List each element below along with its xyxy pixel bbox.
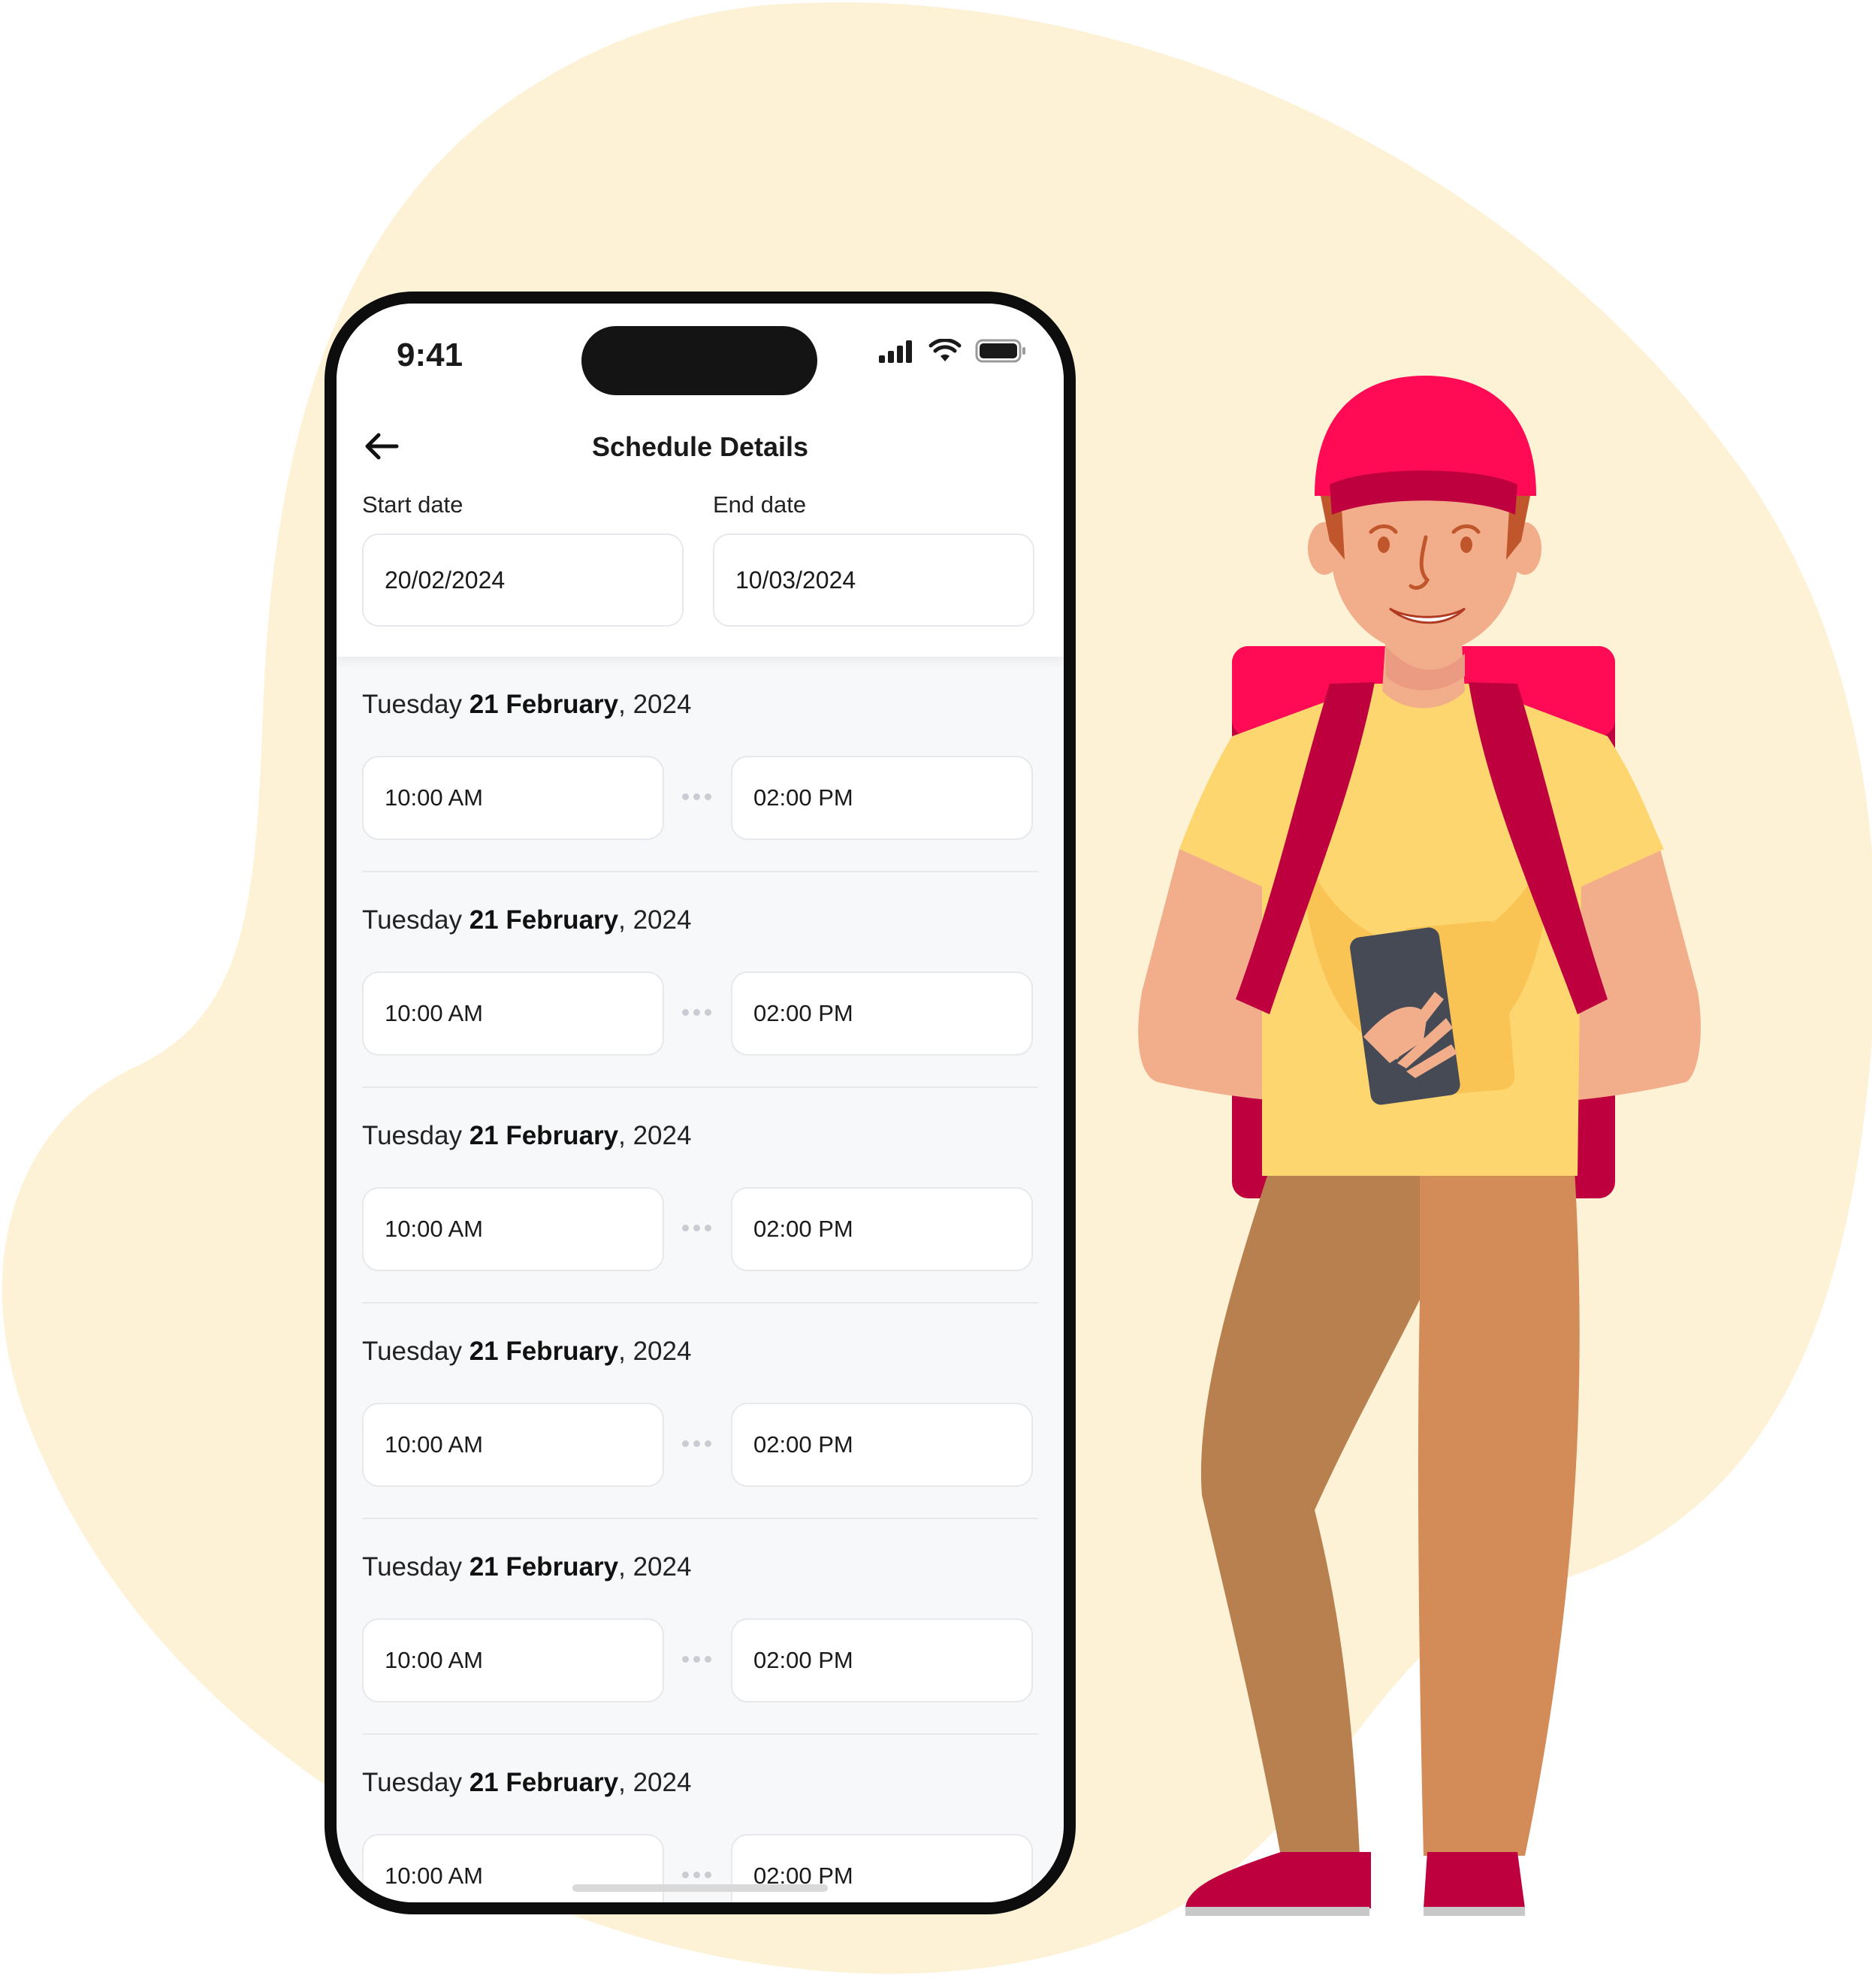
day-date: 21 February (469, 1121, 619, 1150)
battery-icon (975, 339, 1025, 363)
day-year: , 2024 (618, 1768, 692, 1797)
day-weekday: Tuesday (362, 1337, 462, 1366)
day-title: Tuesday 21 February, 2024 (362, 1768, 691, 1798)
start-time-field[interactable]: 10:00 AM (362, 1618, 664, 1702)
signal-icon (879, 340, 912, 363)
status-time: 9:41 (397, 337, 463, 373)
range-separator-icon (682, 793, 711, 800)
day-title: Tuesday 21 February, 2024 (362, 1121, 691, 1151)
delivery-person-illustration (1138, 376, 1701, 1916)
start-time-field[interactable]: 10:00 AM (362, 1834, 664, 1902)
header-section: 9:41 Schedule Details Start date 20/02/2… (337, 304, 1064, 657)
end-time-field[interactable]: 02:00 PM (731, 1187, 1033, 1271)
day-year: , 2024 (618, 905, 692, 935)
dynamic-island (581, 326, 817, 395)
day-year: , 2024 (618, 1121, 692, 1150)
range-separator-icon (682, 1225, 711, 1231)
phone-frame: 9:41 Schedule Details Start date 20/02/2… (325, 292, 1076, 1914)
day-weekday: Tuesday (362, 1552, 462, 1582)
end-time-field[interactable]: 02:00 PM (731, 1618, 1033, 1702)
day-date: 21 February (469, 1552, 619, 1582)
day-date: 21 February (469, 905, 619, 935)
start-time-field[interactable]: 10:00 AM (362, 1187, 664, 1271)
range-separator-icon (682, 1656, 711, 1663)
end-time-field[interactable]: 02:00 PM (731, 971, 1033, 1056)
day-year: , 2024 (618, 1337, 692, 1366)
schedule-day: Tuesday 21 February, 2024 10:00 AM 02:00… (337, 872, 1064, 1088)
start-date-label: Start date (362, 491, 463, 518)
schedule-day: Tuesday 21 February, 2024 10:00 AM 02:00… (337, 657, 1064, 872)
day-weekday: Tuesday (362, 1768, 462, 1797)
day-year: , 2024 (618, 690, 692, 719)
day-year: , 2024 (618, 1552, 692, 1582)
schedule-day: Tuesday 21 February, 2024 10:00 AM 02:00… (337, 1088, 1064, 1304)
home-indicator (572, 1884, 828, 1892)
day-title: Tuesday 21 February, 2024 (362, 690, 691, 720)
start-time-field[interactable]: 10:00 AM (362, 971, 664, 1056)
schedule-list: Tuesday 21 February, 2024 10:00 AM 02:00… (337, 657, 1064, 1902)
end-time-field[interactable]: 02:00 PM (731, 1834, 1033, 1902)
range-separator-icon (682, 1440, 711, 1447)
day-weekday: Tuesday (362, 905, 462, 935)
end-time-field[interactable]: 02:00 PM (731, 1403, 1033, 1487)
day-weekday: Tuesday (362, 1121, 462, 1150)
start-time-field[interactable]: 10:00 AM (362, 1403, 664, 1487)
end-date-label: End date (713, 491, 807, 518)
wifi-icon (928, 339, 962, 361)
range-separator-icon (682, 1872, 711, 1878)
end-time-field[interactable]: 02:00 PM (731, 756, 1033, 840)
start-time-field[interactable]: 10:00 AM (362, 756, 664, 840)
end-date-field[interactable]: 10/03/2024 (713, 533, 1034, 627)
day-date: 21 February (469, 1768, 619, 1797)
day-date: 21 February (469, 1337, 619, 1366)
phone-screen: 9:41 Schedule Details Start date 20/02/2… (337, 304, 1064, 1902)
day-title: Tuesday 21 February, 2024 (362, 905, 691, 935)
page-title: Schedule Details (591, 431, 809, 462)
day-title: Tuesday 21 February, 2024 (362, 1337, 691, 1367)
schedule-day: Tuesday 21 February, 2024 10:00 AM 02:00… (337, 1519, 1064, 1735)
day-weekday: Tuesday (362, 690, 462, 719)
start-date-field[interactable]: 20/02/2024 (362, 533, 684, 627)
range-separator-icon (682, 1009, 711, 1016)
day-date: 21 February (469, 690, 619, 719)
schedule-day: Tuesday 21 February, 2024 10:00 AM 02:00… (337, 1735, 1064, 1902)
schedule-day: Tuesday 21 February, 2024 10:00 AM 02:00… (337, 1304, 1064, 1519)
status-icons (877, 338, 1028, 364)
day-title: Tuesday 21 February, 2024 (362, 1552, 691, 1582)
